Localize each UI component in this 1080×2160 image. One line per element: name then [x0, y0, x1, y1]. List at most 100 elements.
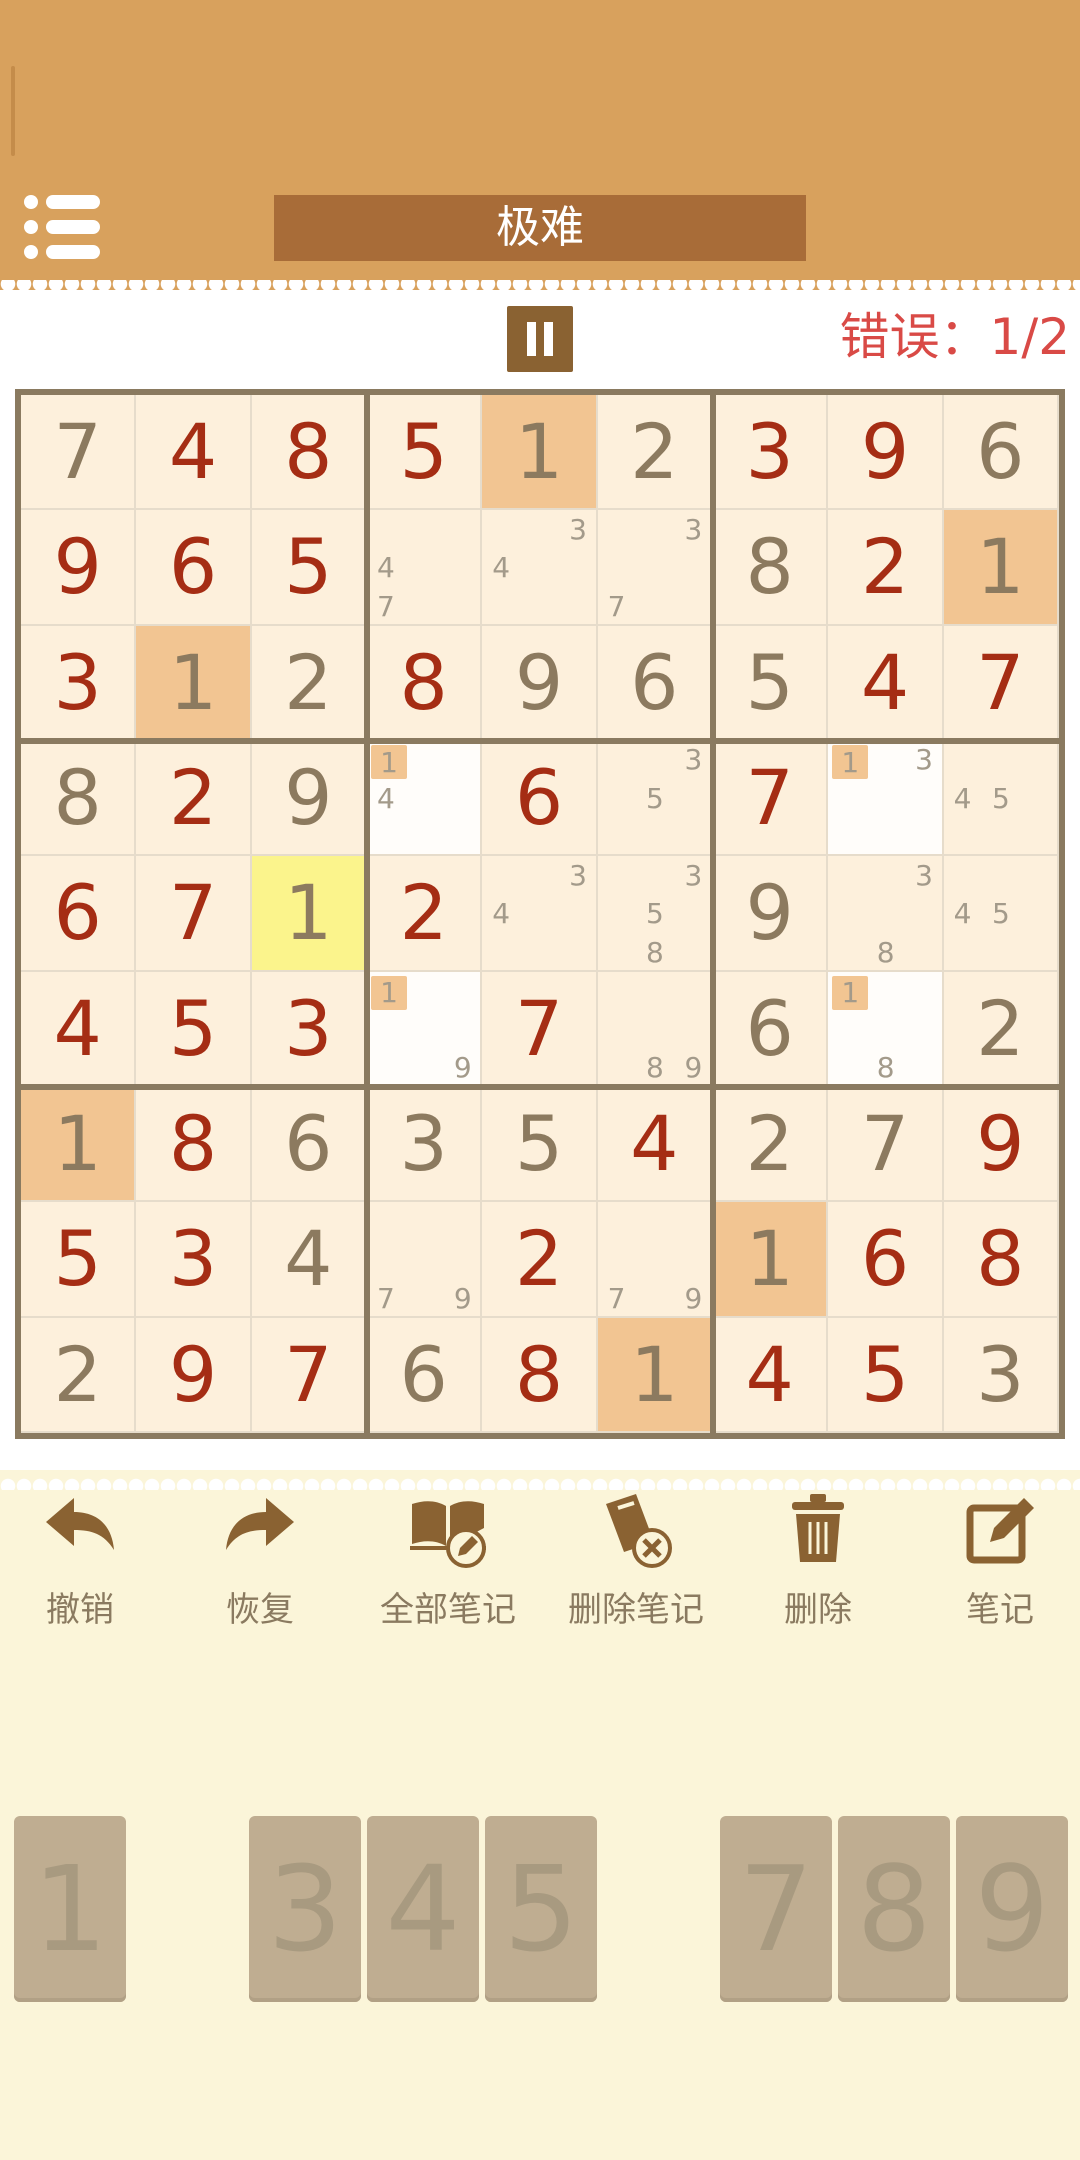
cell-r5c8[interactable]: 38: [828, 856, 944, 972]
cell-r4c3[interactable]: 9: [251, 741, 367, 857]
cell-r1c2[interactable]: 4: [136, 395, 252, 511]
cell-r4c6[interactable]: 35: [597, 741, 713, 857]
cell-r8c9[interactable]: 8: [943, 1202, 1059, 1318]
cell-r1c7[interactable]: 3: [713, 395, 829, 511]
undo-button[interactable]: 撤销: [0, 1490, 160, 1630]
cell-r5c6[interactable]: 35 8: [597, 856, 713, 972]
cell-r7c9[interactable]: 9: [943, 1087, 1059, 1203]
cell-r7c4[interactable]: 3: [367, 1087, 483, 1203]
key-3[interactable]: 3: [249, 1816, 361, 2002]
cell-r8c7[interactable]: 1: [713, 1202, 829, 1318]
cell-r3c3[interactable]: 2: [251, 625, 367, 741]
cell-r4c8[interactable]: 13: [828, 741, 944, 857]
key-1[interactable]: 1: [14, 1816, 126, 2002]
cell-r6c9[interactable]: 2: [943, 971, 1059, 1087]
cell-r6c4[interactable]: 19: [367, 971, 483, 1087]
cell-r6c2[interactable]: 5: [136, 971, 252, 1087]
all-notes-button[interactable]: 全部笔记: [368, 1490, 528, 1630]
cell-r6c1[interactable]: 4: [21, 971, 137, 1087]
cell-r7c2[interactable]: 8: [136, 1087, 252, 1203]
cell-r5c3[interactable]: 1: [251, 856, 367, 972]
cell-r9c3[interactable]: 7: [251, 1317, 367, 1433]
cell-r3c1[interactable]: 3: [21, 625, 137, 741]
cell-r8c1[interactable]: 5: [21, 1202, 137, 1318]
cell-r2c2[interactable]: 6: [136, 510, 252, 626]
cell-r5c7[interactable]: 9: [713, 856, 829, 972]
menu-list-icon[interactable]: [24, 195, 100, 259]
cell-r3c2[interactable]: 1: [136, 625, 252, 741]
cell-r1c6[interactable]: 2: [597, 395, 713, 511]
cell-r6c5[interactable]: 7: [482, 971, 598, 1087]
cell-r5c2[interactable]: 7: [136, 856, 252, 972]
cell-r8c8[interactable]: 6: [828, 1202, 944, 1318]
cell-r7c1[interactable]: 1: [21, 1087, 137, 1203]
cell-r9c7[interactable]: 4: [713, 1317, 829, 1433]
cell-r2c3[interactable]: 5: [251, 510, 367, 626]
cell-r8c3[interactable]: 4: [251, 1202, 367, 1318]
cell-r7c3[interactable]: 6: [251, 1087, 367, 1203]
cell-r6c3[interactable]: 3: [251, 971, 367, 1087]
cell-r3c5[interactable]: 9: [482, 625, 598, 741]
notes-button[interactable]: 笔记: [920, 1490, 1080, 1630]
cell-r4c7[interactable]: 7: [713, 741, 829, 857]
cell-r9c4[interactable]: 6: [367, 1317, 483, 1433]
cell-r6c6[interactable]: 89: [597, 971, 713, 1087]
delete-label: 删除: [784, 1590, 852, 1630]
cell-r7c5[interactable]: 5: [482, 1087, 598, 1203]
cell-r6c8[interactable]: 18: [828, 971, 944, 1087]
cell-r1c3[interactable]: 8: [251, 395, 367, 511]
cell-r1c8[interactable]: 9: [828, 395, 944, 511]
pause-button[interactable]: [507, 306, 573, 372]
cell-r2c1[interactable]: 9: [21, 510, 137, 626]
cell-r9c8[interactable]: 5: [828, 1317, 944, 1433]
cell-r5c5[interactable]: 34: [482, 856, 598, 972]
key-4[interactable]: 4: [367, 1816, 479, 2002]
cell-r9c2[interactable]: 9: [136, 1317, 252, 1433]
cell-r2c4[interactable]: 47: [367, 510, 483, 626]
key-9[interactable]: 9: [956, 1816, 1068, 2002]
cell-value: 7: [514, 983, 564, 1073]
cell-r5c4[interactable]: 2: [367, 856, 483, 972]
cell-r1c5[interactable]: 1: [482, 395, 598, 511]
cell-value: 4: [284, 1214, 333, 1304]
cell-r4c1[interactable]: 8: [21, 741, 137, 857]
cell-r3c6[interactable]: 6: [597, 625, 713, 741]
cell-r7c6[interactable]: 4: [597, 1087, 713, 1203]
key-8[interactable]: 8: [838, 1816, 950, 2002]
cell-r9c1[interactable]: 2: [21, 1317, 137, 1433]
cell-r2c8[interactable]: 2: [828, 510, 944, 626]
cell-r4c5[interactable]: 6: [482, 741, 598, 857]
cell-r4c9[interactable]: 45: [943, 741, 1059, 857]
cell-r3c4[interactable]: 8: [367, 625, 483, 741]
cell-r7c8[interactable]: 7: [828, 1087, 944, 1203]
cell-r4c2[interactable]: 2: [136, 741, 252, 857]
delete-notes-button[interactable]: 删除笔记: [556, 1490, 716, 1630]
key-7[interactable]: 7: [720, 1816, 832, 2002]
cell-r5c9[interactable]: 45: [943, 856, 1059, 972]
cell-r2c9[interactable]: 1: [943, 510, 1059, 626]
cell-r2c5[interactable]: 34: [482, 510, 598, 626]
cell-r7c7[interactable]: 2: [713, 1087, 829, 1203]
cell-r4c4[interactable]: 14: [367, 741, 483, 857]
cell-r3c9[interactable]: 7: [943, 625, 1059, 741]
cell-r1c1[interactable]: 7: [21, 395, 137, 511]
key-5[interactable]: 5: [485, 1816, 597, 2002]
cell-r8c2[interactable]: 3: [136, 1202, 252, 1318]
cell-r2c7[interactable]: 8: [713, 510, 829, 626]
cell-r1c4[interactable]: 5: [367, 395, 483, 511]
cell-r5c1[interactable]: 6: [21, 856, 137, 972]
cell-r1c9[interactable]: 6: [943, 395, 1059, 511]
cell-r2c6[interactable]: 37: [597, 510, 713, 626]
scrollbar-handle[interactable]: [11, 66, 15, 156]
delete-button[interactable]: 删除: [738, 1490, 898, 1630]
cell-r9c6[interactable]: 1: [597, 1317, 713, 1433]
redo-button[interactable]: 恢复: [180, 1490, 340, 1630]
cell-r3c7[interactable]: 5: [713, 625, 829, 741]
cell-r8c6[interactable]: 79: [597, 1202, 713, 1318]
cell-r8c4[interactable]: 79: [367, 1202, 483, 1318]
cell-r9c5[interactable]: 8: [482, 1317, 598, 1433]
cell-r6c7[interactable]: 6: [713, 971, 829, 1087]
cell-r3c8[interactable]: 4: [828, 625, 944, 741]
cell-r8c5[interactable]: 2: [482, 1202, 598, 1318]
cell-r9c9[interactable]: 3: [943, 1317, 1059, 1433]
